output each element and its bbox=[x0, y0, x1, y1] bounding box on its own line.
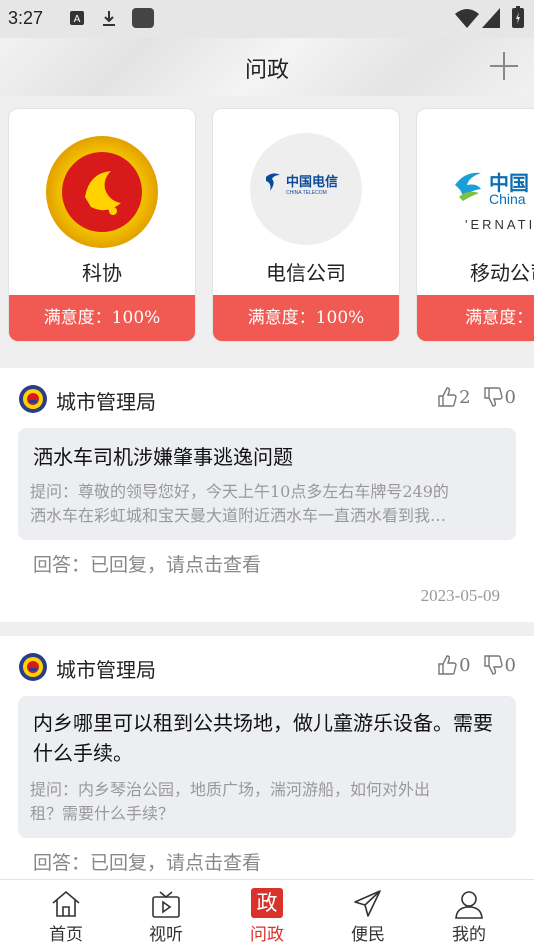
telecom-logo-subtext: CHINA TELECOM bbox=[286, 190, 327, 196]
zheng-badge-icon: 政 bbox=[251, 888, 283, 918]
telecom-swirl-icon bbox=[266, 173, 280, 191]
satisfaction-rating: 满意度：10 bbox=[417, 295, 534, 341]
bottom-tab-bar: 首页 视听 政 问政 便民 我的 bbox=[0, 879, 534, 952]
add-button[interactable] bbox=[486, 48, 522, 84]
tab-label: 视听 bbox=[149, 925, 183, 945]
notification-a-icon: A bbox=[70, 11, 84, 25]
thumbs-up-icon[interactable] bbox=[437, 654, 457, 676]
mobile-logo-banner: 'ERNATI bbox=[465, 217, 534, 232]
department-card[interactable]: 中国电信 CHINA TELECOM 电信公司 满意度：100% bbox=[212, 108, 400, 342]
thumbs-down-icon[interactable] bbox=[483, 654, 503, 676]
dislike-count: 0 bbox=[504, 386, 516, 408]
city-management-badge-icon bbox=[19, 385, 47, 413]
tab-label: 问政 bbox=[250, 925, 284, 945]
mobile-logo-subtext: China bbox=[489, 191, 526, 207]
department-name: 城市管理局 bbox=[56, 658, 156, 682]
question-desc-line: 租？需要什么手续？ bbox=[30, 804, 175, 823]
tab-wenzheng[interactable]: 政 问政 bbox=[227, 880, 307, 952]
department-name: 城市管理局 bbox=[56, 390, 156, 414]
user-icon bbox=[455, 891, 483, 919]
city-management-badge-icon bbox=[19, 653, 47, 681]
status-bar: 3:27 A bbox=[0, 0, 534, 38]
badge-text: 政 bbox=[256, 891, 278, 915]
question-title-line: 内乡哪里可以租到公共场地，做儿童游乐设备。需要 bbox=[33, 711, 493, 735]
status-time: 3:27 bbox=[8, 8, 44, 28]
tab-profile[interactable]: 我的 bbox=[429, 880, 509, 952]
like-count: 0 bbox=[459, 654, 471, 676]
answer-status-link[interactable]: 回答：已回复，请点击查看 bbox=[33, 848, 261, 875]
department-card[interactable]: 科协 满意度：100% bbox=[8, 108, 196, 342]
page-title: 问政 bbox=[244, 58, 289, 83]
question-card[interactable]: 城市管理局 0 0 内乡哪里可以租到公共场地，做儿童游乐设备。需要 什么手续。 … bbox=[0, 636, 534, 879]
tab-service[interactable]: 便民 bbox=[328, 880, 408, 952]
tab-label: 我的 bbox=[452, 925, 486, 945]
question-desc-line: 提问：内乡琴治公园，地质广场，湍河游船，如何对外出 bbox=[30, 780, 431, 799]
mobile-swirl-icon bbox=[455, 172, 481, 201]
vote-counts: 0 0 bbox=[437, 654, 516, 676]
thumbs-up-icon[interactable] bbox=[437, 386, 457, 408]
home-icon bbox=[52, 890, 80, 917]
satisfaction-rating: 满意度：100% bbox=[9, 295, 195, 341]
question-box[interactable]: 内乡哪里可以租到公共场地，做儿童游乐设备。需要 什么手续。 提问：内乡琴治公园，… bbox=[18, 696, 516, 838]
department-card[interactable]: 中国 China 'ERNATI 移动公司 满意度：10 bbox=[416, 108, 534, 342]
answer-status-link[interactable]: 回答：已回复，请点击查看 bbox=[33, 550, 261, 577]
thumbs-down-icon[interactable] bbox=[483, 386, 503, 408]
wifi-icon bbox=[455, 9, 479, 28]
question-desc-line: 洒水车在彩虹城和宝天曼大道附近洒水车一直洒水看到我… bbox=[30, 506, 447, 525]
signal-icon bbox=[482, 8, 500, 28]
top-header: 问政 bbox=[0, 38, 534, 96]
tab-home[interactable]: 首页 bbox=[26, 880, 106, 952]
post-date: 2023-05-09 bbox=[420, 586, 500, 605]
paper-plane-icon bbox=[354, 890, 381, 917]
app-square-icon bbox=[132, 8, 154, 28]
battery-icon bbox=[512, 6, 524, 28]
tab-label: 首页 bbox=[49, 925, 83, 945]
like-count: 2 bbox=[459, 386, 471, 408]
china-telecom-logo: 中国电信 CHINA TELECOM bbox=[250, 133, 362, 245]
department-name: 电信公司 bbox=[266, 261, 346, 285]
question-card[interactable]: 城市管理局 2 0 洒水车司机涉嫌肇事逃逸问题 提问：尊敬的领导您好，今天上午1… bbox=[0, 368, 534, 622]
question-title-line: 什么手续。 bbox=[33, 741, 133, 765]
question-box[interactable]: 洒水车司机涉嫌肇事逃逸问题 提问：尊敬的领导您好，今天上午10点多左右车牌号24… bbox=[18, 428, 516, 540]
department-name: 移动公司 bbox=[470, 261, 534, 285]
tab-media[interactable]: 视听 bbox=[126, 880, 206, 952]
satisfaction-rating: 满意度：100% bbox=[213, 295, 399, 341]
department-carousel[interactable]: 科协 满意度：100% 中国电信 CHINA TELECOM 电信公司 满意度：… bbox=[0, 96, 534, 356]
department-name: 科协 bbox=[82, 261, 122, 285]
svg-text:A: A bbox=[74, 14, 81, 25]
tv-play-icon bbox=[152, 891, 180, 918]
tab-label: 便民 bbox=[351, 925, 385, 945]
telecom-logo-text: 中国电信 bbox=[286, 175, 339, 190]
party-emblem-icon bbox=[46, 136, 158, 248]
download-icon bbox=[103, 11, 115, 26]
question-desc-line: 提问：尊敬的领导您好，今天上午10点多左右车牌号249的 bbox=[30, 482, 449, 501]
question-title: 洒水车司机涉嫌肇事逃逸问题 bbox=[33, 445, 293, 469]
dislike-count: 0 bbox=[504, 654, 516, 676]
vote-counts: 2 0 bbox=[437, 386, 516, 408]
